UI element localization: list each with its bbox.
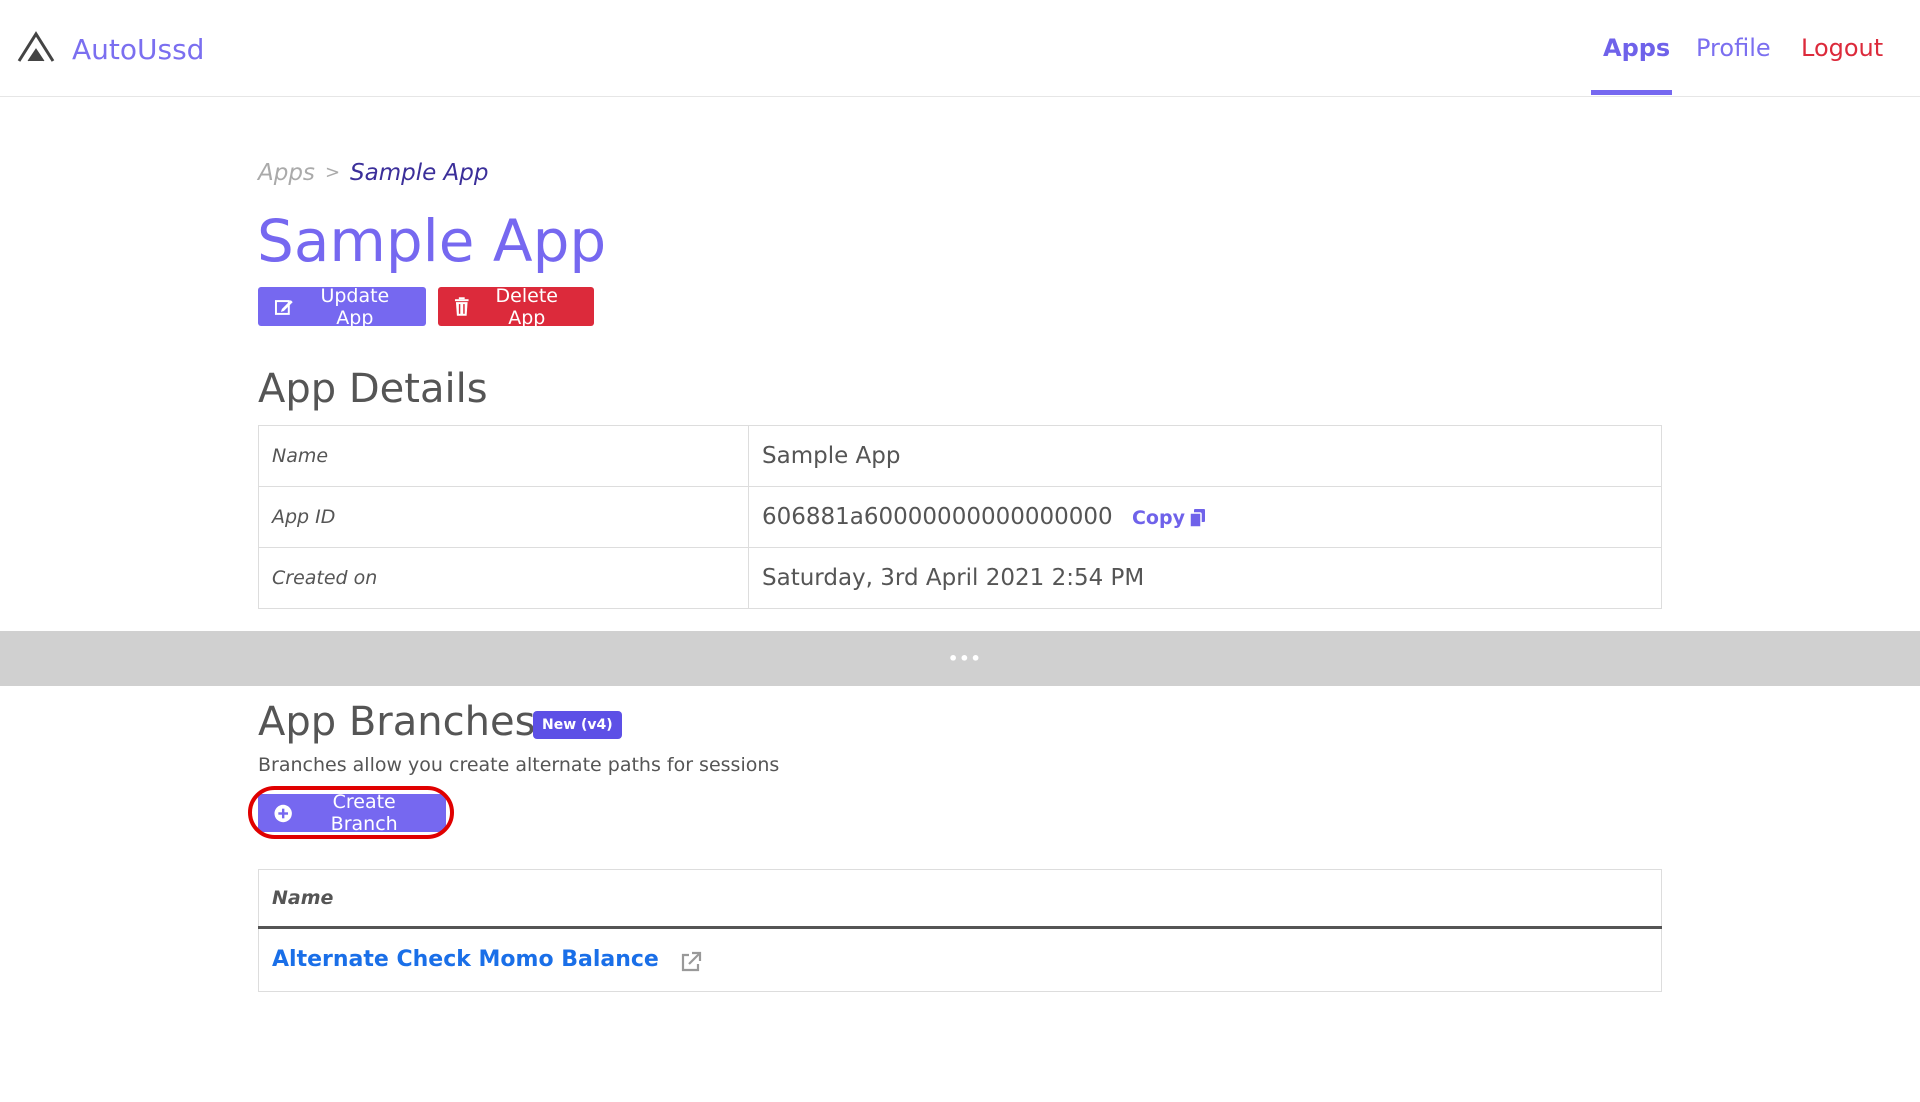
plus-circle-icon [274, 804, 292, 822]
app-id-value: 606881a60000000000000000 [762, 504, 1113, 530]
details-row-created: Created on Saturday, 3rd April 2021 2:54… [258, 547, 1662, 609]
details-key: Name [258, 425, 749, 487]
delete-app-label: Delete App [495, 284, 558, 329]
app-details-heading: App Details [258, 366, 488, 412]
breadcrumb-current: Sample App [350, 160, 489, 186]
brand-name[interactable]: AutoUssd [72, 32, 204, 68]
details-key: Created on [258, 547, 749, 609]
app-details-table: Name Sample App App ID 606881a6000000000… [258, 425, 1662, 609]
copy-label: Copy [1131, 507, 1185, 529]
table-row: Alternate Check Momo Balance [258, 927, 1662, 992]
update-app-label: Update App [320, 284, 390, 329]
create-branch-label: Create Branch [330, 791, 398, 835]
update-app-button[interactable]: Update App [258, 284, 426, 329]
edit-icon [274, 299, 293, 315]
details-row-name: Name Sample App [258, 425, 1662, 487]
table-header-row: Name [258, 869, 1662, 929]
logo-icon[interactable] [17, 31, 55, 63]
nav-active-indicator [1591, 90, 1672, 95]
branches-table: Name Alternate Check Momo Balance [258, 869, 1662, 992]
branch-link[interactable]: Alternate Check Momo Balance [272, 947, 659, 972]
new-version-badge: New (v4) [533, 711, 622, 739]
delete-app-button[interactable]: Delete App [438, 284, 594, 329]
nav-profile[interactable]: Profile [1696, 30, 1771, 66]
details-value: Sample App [748, 425, 1662, 487]
branches-description: Branches allow you create alternate path… [258, 754, 780, 776]
nav-apps[interactable]: Apps [1603, 30, 1670, 66]
copy-icon [1189, 509, 1205, 527]
details-key: App ID [258, 486, 749, 548]
breadcrumb-apps[interactable]: Apps [258, 158, 315, 188]
nav-logout[interactable]: Logout [1801, 30, 1883, 66]
branch-cell: Alternate Check Momo Balance [258, 927, 1662, 992]
trash-icon [454, 297, 469, 316]
breadcrumb-separator: > [325, 162, 341, 183]
page-title: Sample App [257, 207, 607, 275]
external-link-icon[interactable] [680, 951, 702, 973]
create-branch-button[interactable]: Create Branch [258, 791, 446, 835]
details-row-app-id: App ID 606881a60000000000000000 Copy [258, 486, 1662, 548]
app-branches-heading: App Branches [258, 699, 536, 745]
details-value-cell: 606881a60000000000000000 Copy [748, 486, 1662, 548]
drag-handle-icon[interactable]: ••• [948, 651, 982, 667]
column-header-name: Name [258, 869, 1662, 929]
details-value: Saturday, 3rd April 2021 2:54 PM [748, 547, 1662, 609]
copy-app-id-button[interactable]: Copy [1132, 507, 1205, 529]
